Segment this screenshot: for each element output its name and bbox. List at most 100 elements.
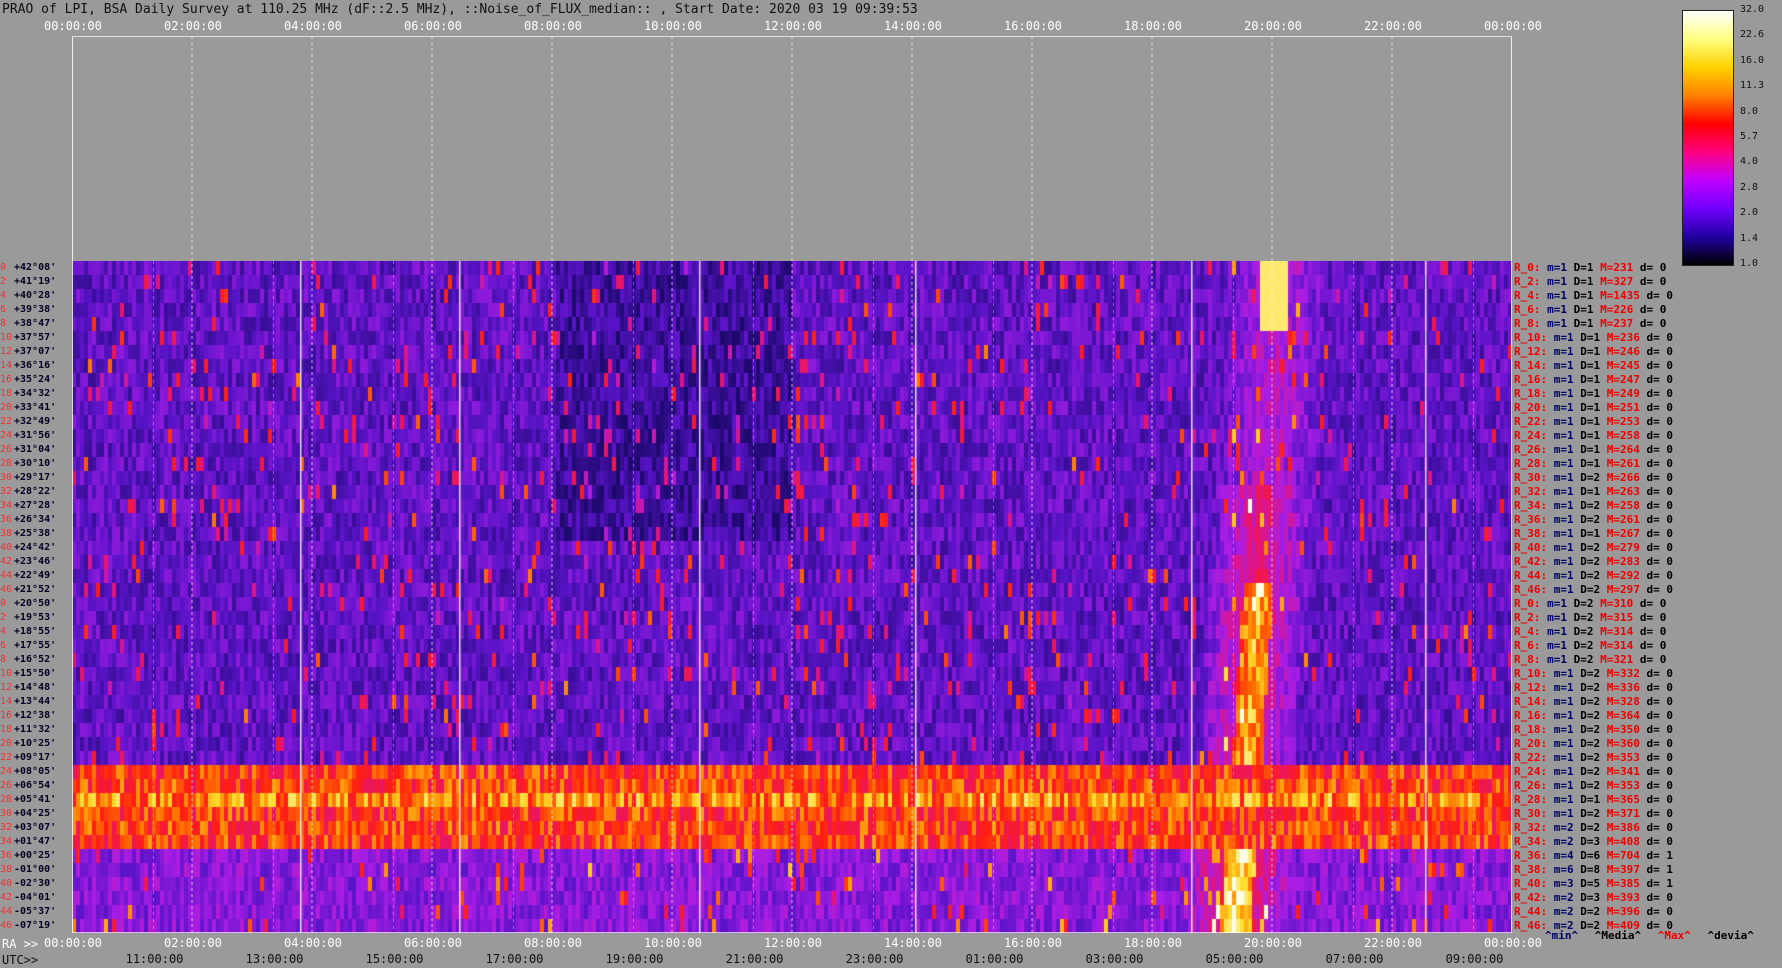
stat-M: M=245 [1606, 359, 1647, 372]
stat-r: R_28: [1514, 457, 1554, 470]
stat-r: R_20: [1514, 401, 1554, 414]
stat-M: M=267 [1606, 527, 1647, 540]
stat-m: m=1 [1553, 373, 1581, 386]
declination-value: +35°24' [14, 374, 57, 385]
utc-tick: 17:00:00 [485, 952, 544, 966]
ra-tick: 04:00:00 [284, 936, 342, 950]
stat-m: m=1 [1553, 513, 1581, 526]
stat-row: R_36: m=1 D=2 M=261 d= 0 [1514, 514, 1673, 525]
stat-m: m=1 [1553, 765, 1581, 778]
stat-D: D=5 [1580, 877, 1607, 890]
declination-row: 12 +37°07' [0, 346, 56, 357]
stat-d: d= 0 [1646, 345, 1674, 358]
stat-r: R_16: [1514, 709, 1554, 722]
stat-r: R_22: [1514, 415, 1554, 428]
utc-tick: 09:00:00 [1445, 952, 1504, 966]
colorbar-tick: 1.0 [1740, 258, 1759, 269]
ra-tick: 14:00:00 [884, 936, 942, 950]
stat-r: R_16: [1514, 373, 1554, 386]
row-index: 34 [0, 500, 13, 511]
stat-D: D=2 [1580, 905, 1607, 918]
declination-value: +00°25' [14, 850, 57, 861]
stat-m: m=4 [1553, 849, 1581, 862]
row-index: 0 [0, 598, 7, 609]
stat-r: R_4: [1514, 625, 1548, 638]
declination-row: 10 +15°50' [0, 668, 56, 679]
stat-M: M=408 [1606, 835, 1647, 848]
row-index: 32 [0, 486, 13, 497]
declination-value: +37°07' [14, 346, 57, 357]
stat-row: R_20: m=1 D=2 M=360 d= 0 [1514, 738, 1673, 749]
stat-row: R_4: m=1 D=1 M=1435 d= 0 [1514, 290, 1673, 301]
stat-M: M=341 [1606, 765, 1647, 778]
declination-value: +29°17' [14, 472, 57, 483]
declination-value: +26°34' [14, 514, 57, 525]
declination-value: +13°44' [14, 696, 57, 707]
row-index: 32 [0, 822, 13, 833]
stat-m: m=1 [1547, 275, 1574, 288]
declination-row: 2 +19°53' [0, 612, 56, 623]
utc-tick: 11:00:00 [125, 952, 184, 966]
stat-M: M=385 [1606, 877, 1647, 890]
stat-r: R_6: [1514, 303, 1548, 316]
stat-M: M=283 [1606, 555, 1647, 568]
stat-d: d= 0 [1646, 485, 1674, 498]
row-index: 40 [0, 878, 13, 889]
stat-r: R_34: [1514, 499, 1554, 512]
stat-m: m=1 [1553, 429, 1581, 442]
stat-m: m=1 [1553, 387, 1581, 400]
stat-d: d= 0 [1646, 779, 1674, 792]
stat-row: R_14: m=1 D=2 M=328 d= 0 [1514, 696, 1673, 707]
stat-M: M=328 [1606, 695, 1647, 708]
stat-row: R_18: m=1 D=1 M=249 d= 0 [1514, 388, 1673, 399]
stat-r: R_24: [1514, 429, 1554, 442]
declination-value: +17°55' [14, 640, 57, 651]
stat-m: m=1 [1553, 569, 1581, 582]
stat-d: d= 0 [1646, 737, 1674, 750]
row-index: 20 [0, 402, 13, 413]
stat-r: R_34: [1514, 835, 1554, 848]
stat-M: M=231 [1600, 261, 1640, 274]
stat-r: R_26: [1514, 779, 1554, 792]
declination-value: +08°05' [14, 766, 57, 777]
stat-M: M=261 [1606, 513, 1647, 526]
stat-row: R_22: m=1 D=1 M=253 d= 0 [1514, 416, 1673, 427]
stat-D: D=6 [1580, 849, 1607, 862]
top-axis-tick: 04:00:00 [284, 19, 342, 33]
stat-row: R_44: m=1 D=2 M=292 d= 0 [1514, 570, 1673, 581]
stat-d: d= 0 [1639, 597, 1667, 610]
declination-row: 6 +39°38' [0, 304, 56, 315]
stat-row: R_16: m=1 D=2 M=364 d= 0 [1514, 710, 1673, 721]
stat-D: D=1 [1580, 387, 1607, 400]
stat-D: D=2 [1580, 779, 1607, 792]
stat-m: m=1 [1553, 555, 1581, 568]
colorbar-tick: 8.0 [1740, 105, 1759, 117]
utc-tick: 01:00:00 [965, 952, 1024, 966]
grid-lines [72, 36, 1512, 933]
stat-D: D=2 [1580, 695, 1607, 708]
stat-r: R_38: [1514, 863, 1554, 876]
stat-r: R_20: [1514, 737, 1554, 750]
declination-row: 22 +32°49' [0, 416, 56, 427]
stat-row: R_32: m=1 D=1 M=263 d= 0 [1514, 486, 1673, 497]
stat-r: R_32: [1514, 821, 1554, 834]
stat-D: D=3 [1580, 891, 1607, 904]
colorbar-tick: 22.6 [1740, 29, 1765, 41]
stat-d: d= 0 [1646, 709, 1674, 722]
declination-value: +14°48' [14, 682, 57, 693]
colorbar-tick: 16.0 [1740, 54, 1765, 66]
stat-d: d= 0 [1646, 513, 1674, 526]
row-index: 24 [0, 766, 13, 777]
top-axis-tick: 00:00:00 [1484, 19, 1542, 33]
stat-r: R_28: [1514, 793, 1554, 806]
stat-d: d= 0 [1639, 639, 1667, 652]
declination-value: -04°01' [14, 892, 57, 903]
stat-D: D=2 [1580, 807, 1607, 820]
stat-row: R_6: m=1 D=1 M=226 d= 0 [1514, 304, 1666, 315]
stat-d: d= 0 [1646, 415, 1674, 428]
stat-M: M=297 [1606, 583, 1647, 596]
stat-D: D=8 [1580, 863, 1607, 876]
stat-r: R_4: [1514, 289, 1548, 302]
stat-m: m=1 [1547, 317, 1574, 330]
stat-M: M=249 [1606, 387, 1647, 400]
